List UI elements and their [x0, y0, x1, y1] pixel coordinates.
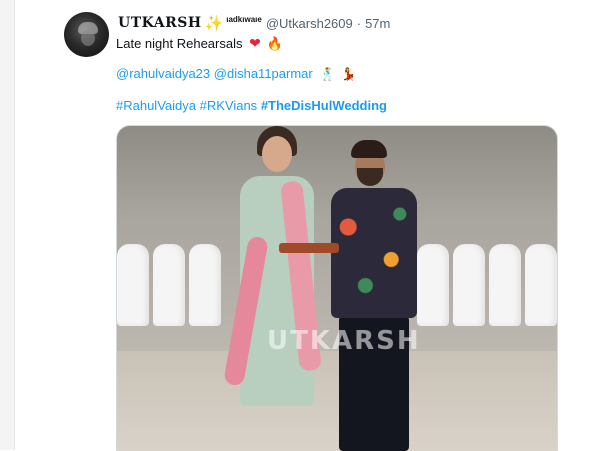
- video-watermark: UTKARSH: [267, 326, 421, 356]
- hashtag-thedishulwedding[interactable]: #TheDisHulWedding: [261, 98, 387, 113]
- man-shirt: [331, 188, 417, 318]
- tweet-card[interactable]: UTKARSH ✨ ıadkıwaıe @Utkarsh2609 · 57m L…: [14, 0, 600, 451]
- mention-disha11parmar[interactable]: @disha11parmar: [214, 66, 313, 81]
- fire-icon: 🔥: [266, 36, 283, 51]
- tweet-header: UTKARSH ✨ ıadkıwaıe @Utkarsh2609 · 57m: [118, 14, 390, 33]
- chair: [117, 244, 149, 326]
- chair: [525, 244, 557, 326]
- avatar-face: [81, 30, 95, 46]
- chair: [453, 244, 485, 326]
- heart-icon: ❤: [249, 35, 261, 51]
- avatar[interactable]: [64, 12, 109, 57]
- woman-figure: [222, 126, 332, 451]
- name-suffix: ıadkıwaıe: [226, 14, 262, 24]
- chair: [153, 244, 185, 326]
- tweet-text: Late night Rehearsals ❤ 🔥: [116, 35, 283, 52]
- chair: [489, 244, 521, 326]
- hashtag-rkvians[interactable]: #RKVians: [200, 98, 258, 113]
- author-name[interactable]: UTKARSH: [118, 15, 202, 31]
- woman-dancing-icon: 💃: [340, 67, 356, 81]
- author-handle[interactable]: @Utkarsh2609: [266, 16, 353, 31]
- mention-rahulvaidya23[interactable]: @rahulvaidya23: [116, 66, 210, 81]
- hashtags-line: #RahulVaidya #RKVians #TheDisHulWedding: [116, 98, 387, 113]
- sparkles-icon: ✨: [204, 15, 224, 32]
- hashtag-rahulvaidya[interactable]: #RahulVaidya: [116, 98, 196, 113]
- chair: [189, 244, 221, 326]
- man-hair: [351, 140, 387, 158]
- left-rail: [0, 0, 15, 450]
- tweet-text-body: Late night Rehearsals: [116, 36, 243, 51]
- separator-dot: ·: [356, 15, 362, 31]
- woman-head: [262, 136, 292, 172]
- tray: [279, 243, 339, 253]
- man-beard: [357, 168, 383, 186]
- mentions-line: @rahulvaidya23 @disha11parmar 🕺 💃: [116, 66, 356, 81]
- tweet-media-video[interactable]: UTKARSH: [116, 125, 558, 451]
- man-dancing-icon: 🕺: [320, 67, 336, 81]
- man-figure: [317, 126, 427, 451]
- tweet-time[interactable]: 57m: [365, 16, 390, 31]
